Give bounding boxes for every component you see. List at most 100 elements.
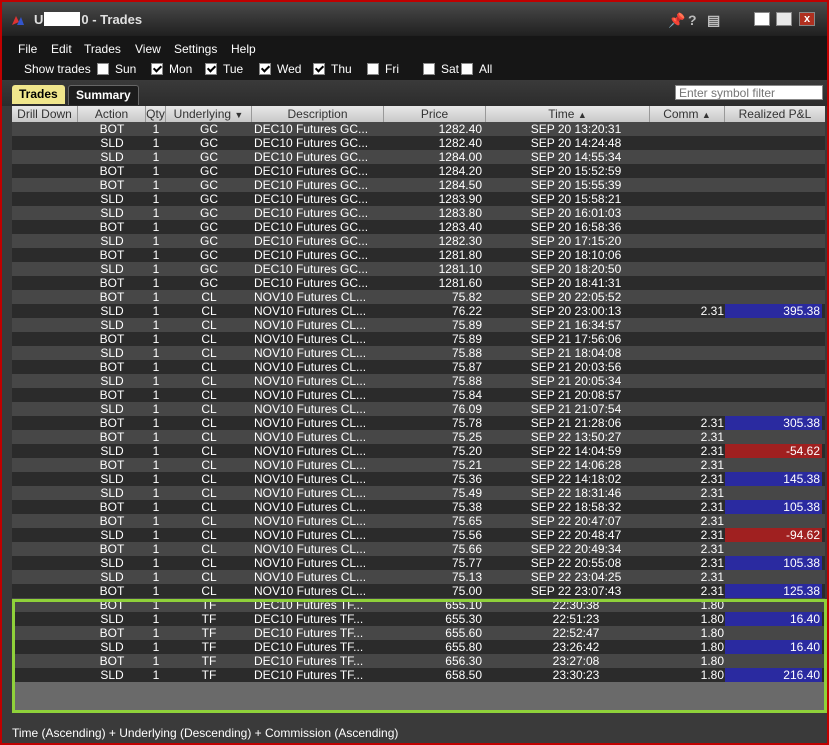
table-row[interactable]: SLD 1 TF DEC10 Futures TF... 655.80 23:26:42 1… xyxy=(12,640,825,654)
table-row[interactable]: SLD 1 CL NOV10 Futures CL... 75.77 SEP 22 20:… xyxy=(12,556,825,570)
cell-price: 75.89 xyxy=(451,318,482,332)
table-row[interactable]: SLD 1 CL NOV10 Futures CL... 76.22 SEP 20 23:… xyxy=(12,304,825,318)
table-row[interactable]: SLD 1 CL NOV10 Futures CL... 75.20 SEP 22 14:… xyxy=(12,444,825,458)
table-row[interactable]: BOT 1 GC DEC10 Futures GC... 1284.20 SEP 20 1… xyxy=(12,164,825,178)
day-toggle-all[interactable]: All xyxy=(461,62,492,76)
menu-view[interactable]: View xyxy=(135,42,161,56)
table-row[interactable]: SLD 1 GC DEC10 Futures GC... 1282.30 SEP 20 1… xyxy=(12,234,825,248)
cell-price: 1281.60 xyxy=(438,276,482,290)
table-row[interactable]: BOT 1 TF DEC10 Futures TF... 655.60 22:52:47 1… xyxy=(12,626,825,640)
cell-comm xyxy=(652,234,724,248)
menu-settings[interactable]: Settings xyxy=(174,42,217,56)
checkbox-icon[interactable] xyxy=(97,63,109,75)
col-description[interactable]: Description xyxy=(252,106,384,122)
cell-und: GC xyxy=(200,276,218,290)
table-row[interactable]: BOT 1 TF DEC10 Futures TF... 655.10 22:30:38 1… xyxy=(12,598,825,612)
checkbox-icon[interactable] xyxy=(423,63,435,75)
minimize-icon[interactable] xyxy=(754,12,770,26)
table-row[interactable]: BOT 1 CL NOV10 Futures CL... 75.00 SEP 22 23:… xyxy=(12,584,825,598)
maximize-icon[interactable] xyxy=(776,12,792,26)
table-row[interactable]: SLD 1 CL NOV10 Futures CL... 75.56 SEP 22 20:… xyxy=(12,528,825,542)
table-row[interactable]: BOT 1 GC DEC10 Futures GC... 1282.40 SEP 20 1… xyxy=(12,122,825,136)
checkbox-icon[interactable] xyxy=(313,63,325,75)
table-row[interactable]: SLD 1 GC DEC10 Futures GC... 1283.80 SEP 20 1… xyxy=(12,206,825,220)
table-row[interactable]: SLD 1 CL NOV10 Futures CL... 75.89 SEP 21 16:… xyxy=(12,318,825,332)
table-row[interactable]: SLD 1 GC DEC10 Futures GC... 1283.90 SEP 20 1… xyxy=(12,192,825,206)
table-row[interactable]: SLD 1 GC DEC10 Futures GC... 1284.00 SEP 20 1… xyxy=(12,150,825,164)
col-time[interactable]: Time ▲ xyxy=(486,106,650,122)
col-realized-pnl[interactable]: Realized P&L xyxy=(725,106,825,122)
col-underlying[interactable]: Underlying ▼ xyxy=(166,106,252,122)
menu-file[interactable]: File xyxy=(18,42,37,56)
table-row[interactable]: BOT 1 CL NOV10 Futures CL... 75.25 SEP 22 13:… xyxy=(12,430,825,444)
table-row[interactable]: BOT 1 GC DEC10 Futures GC... 1283.40 SEP 20 1… xyxy=(12,220,825,234)
table-row[interactable]: BOT 1 GC DEC10 Futures GC... 1281.80 SEP 20 1… xyxy=(12,248,825,262)
table-row[interactable]: BOT 1 CL NOV10 Futures CL... 75.84 SEP 21 20:… xyxy=(12,388,825,402)
day-toggle-sun[interactable]: Sun xyxy=(97,62,136,76)
checkbox-icon[interactable] xyxy=(151,63,163,75)
cell-qty: 1 xyxy=(152,402,160,416)
cell-qty: 1 xyxy=(152,276,160,290)
cell-time: SEP 21 20:03:56 xyxy=(530,360,622,374)
menu-help[interactable]: Help xyxy=(231,42,256,56)
cell-time: SEP 22 20:49:34 xyxy=(530,542,622,556)
day-toggle-thu[interactable]: Thu xyxy=(313,62,352,76)
tab-trades[interactable]: Trades xyxy=(12,85,65,104)
col-qty[interactable]: Qty xyxy=(146,106,166,122)
title-bar[interactable]: U 0 - Trades 📌 ? ▤ x xyxy=(2,2,827,36)
day-toggle-sat[interactable]: Sat xyxy=(423,62,459,76)
menu-edit[interactable]: Edit xyxy=(51,42,72,56)
table-row[interactable]: SLD 1 GC DEC10 Futures GC... 1282.40 SEP 20 1… xyxy=(12,136,825,150)
table-row[interactable]: SLD 1 CL NOV10 Futures CL... 75.88 SEP 21 18:… xyxy=(12,346,825,360)
table-row[interactable]: SLD 1 CL NOV10 Futures CL... 76.09 SEP 21 21:… xyxy=(12,402,825,416)
col-drill-down[interactable]: Drill Down xyxy=(12,106,78,122)
day-toggle-mon[interactable]: Mon xyxy=(151,62,192,76)
table-row[interactable]: BOT 1 CL NOV10 Futures CL... 75.87 SEP 21 20:… xyxy=(12,360,825,374)
table-row[interactable]: BOT 1 TF DEC10 Futures TF... 656.30 23:27:08 1… xyxy=(12,654,825,668)
cell-action: BOT xyxy=(99,458,125,472)
table-row[interactable]: SLD 1 CL NOV10 Futures CL... 75.49 SEP 22 18:… xyxy=(12,486,825,500)
table-row[interactable]: SLD 1 TF DEC10 Futures TF... 658.50 23:30:23 1… xyxy=(12,668,825,682)
cell-und: GC xyxy=(200,262,218,276)
cell-und: CL xyxy=(201,556,217,570)
checkbox-icon[interactable] xyxy=(367,63,379,75)
table-row[interactable]: SLD 1 TF DEC10 Futures TF... 655.30 22:51:23 1… xyxy=(12,612,825,626)
table-row[interactable]: BOT 1 CL NOV10 Futures CL... 75.82 SEP 20 22:… xyxy=(12,290,825,304)
table-row[interactable]: SLD 1 CL NOV10 Futures CL... 75.88 SEP 21 20:… xyxy=(12,374,825,388)
pin-icon[interactable]: 📌 xyxy=(668,12,685,29)
checkbox-icon[interactable] xyxy=(461,63,473,75)
cell-price: 1282.40 xyxy=(438,136,482,150)
table-row[interactable]: BOT 1 GC DEC10 Futures GC... 1284.50 SEP 20 1… xyxy=(12,178,825,192)
table-row[interactable]: SLD 1 CL NOV10 Futures CL... 75.36 SEP 22 14:… xyxy=(12,472,825,486)
table-row[interactable]: BOT 1 CL NOV10 Futures CL... 75.21 SEP 22 14:… xyxy=(12,458,825,472)
table-row[interactable]: BOT 1 CL NOV10 Futures CL... 75.38 SEP 22 18:… xyxy=(12,500,825,514)
col-price[interactable]: Price xyxy=(384,106,486,122)
cell-qty: 1 xyxy=(152,598,160,612)
tab-summary[interactable]: Summary xyxy=(68,85,139,105)
menu-trades[interactable]: Trades xyxy=(84,42,121,56)
table-row[interactable]: BOT 1 CL NOV10 Futures CL... 75.89 SEP 21 17:… xyxy=(12,332,825,346)
help-icon[interactable]: ? xyxy=(688,12,697,28)
table-row[interactable]: BOT 1 CL NOV10 Futures CL... 75.65 SEP 22 20:… xyxy=(12,514,825,528)
col-action[interactable]: Action xyxy=(78,106,146,122)
cell-comm xyxy=(652,374,724,388)
cell-action: BOT xyxy=(99,654,125,668)
day-label: Thu xyxy=(331,62,352,76)
col-comm[interactable]: Comm ▲ xyxy=(650,106,725,122)
table-row[interactable]: SLD 1 CL NOV10 Futures CL... 75.13 SEP 22 23:… xyxy=(12,570,825,584)
table-row[interactable]: SLD 1 GC DEC10 Futures GC... 1281.10 SEP 20 1… xyxy=(12,262,825,276)
day-toggle-tue[interactable]: Tue xyxy=(205,62,243,76)
cell-time: 22:30:38 xyxy=(552,598,600,612)
close-icon[interactable]: x xyxy=(799,12,815,26)
table-row[interactable]: BOT 1 CL NOV10 Futures CL... 75.66 SEP 22 20:… xyxy=(12,542,825,556)
day-toggle-fri[interactable]: Fri xyxy=(367,62,399,76)
cell-desc: NOV10 Futures CL... xyxy=(254,346,367,360)
table-row[interactable]: BOT 1 CL NOV10 Futures CL... 75.78 SEP 21 21:… xyxy=(12,416,825,430)
cell-time: SEP 20 15:55:39 xyxy=(530,178,622,192)
symbol-filter-input[interactable] xyxy=(675,85,823,100)
table-row[interactable]: BOT 1 GC DEC10 Futures GC... 1281.60 SEP 20 1… xyxy=(12,276,825,290)
checkbox-icon[interactable] xyxy=(205,63,217,75)
day-toggle-wed[interactable]: Wed xyxy=(259,62,301,76)
print-icon[interactable]: ▤ xyxy=(707,12,720,29)
checkbox-icon[interactable] xyxy=(259,63,271,75)
